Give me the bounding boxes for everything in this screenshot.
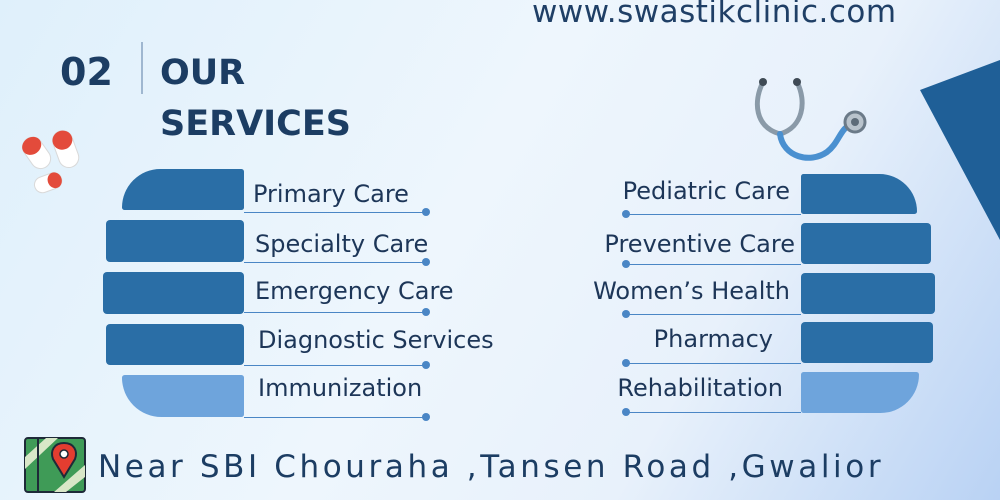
clinic-address: Near SBI Chouraha ,Tansen Road ,Gwalior (98, 449, 885, 485)
service-pediatric-care: Pediatric Care (622, 177, 790, 205)
left-band-3 (103, 272, 244, 314)
section-title-line1: OUR (160, 53, 246, 93)
underline (244, 312, 426, 313)
stethoscope-icon (754, 78, 867, 161)
map-pin-icon (24, 437, 86, 493)
corner-decoration (920, 60, 1000, 240)
service-immunization: Immunization (258, 374, 423, 402)
underline (626, 264, 801, 265)
service-rehabilitation: Rehabilitation (617, 374, 783, 402)
right-band-4 (801, 322, 933, 363)
section-title: OUR SERVICES (160, 48, 351, 150)
underline (626, 412, 801, 413)
right-band-2 (801, 223, 931, 264)
right-band-1 (801, 174, 917, 214)
right-band-5 (801, 372, 919, 413)
service-specialty-care: Specialty Care (255, 230, 429, 258)
service-pharmacy: Pharmacy (653, 325, 773, 353)
service-womens-health: Women’s Health (593, 277, 790, 305)
section-number: 02 (60, 50, 113, 94)
right-band-3 (801, 273, 935, 314)
left-band-5 (122, 375, 244, 417)
section-title-line2: SERVICES (160, 104, 351, 144)
underline (626, 314, 801, 315)
underline (244, 417, 426, 418)
website-url: www.swastikclinic.com (532, 0, 897, 30)
underline (626, 214, 801, 215)
pills-icon (22, 130, 80, 194)
section-divider (141, 42, 143, 94)
underline (244, 262, 426, 263)
service-preventive-care: Preventive Care (604, 230, 795, 258)
underline (244, 212, 426, 213)
left-band-4 (106, 324, 244, 365)
underline-dot (422, 361, 430, 369)
left-band-2 (106, 220, 244, 262)
underline-dot (422, 208, 430, 216)
underline (244, 365, 426, 366)
underline-dot (422, 413, 430, 421)
left-band-1 (122, 169, 244, 210)
service-emergency-care: Emergency Care (255, 277, 454, 305)
underline-dot (422, 258, 430, 266)
underline-dot (422, 308, 430, 316)
service-diagnostic-services: Diagnostic Services (258, 326, 494, 354)
underline (626, 363, 801, 364)
service-primary-care: Primary Care (253, 180, 409, 208)
